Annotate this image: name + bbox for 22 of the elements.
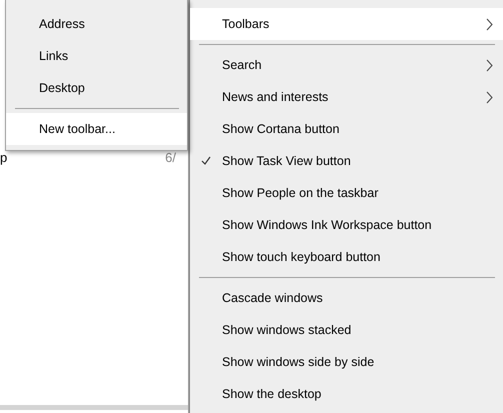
list-text: p [0, 150, 8, 165]
chevron-right-icon [486, 58, 493, 72]
menu-item[interactable]: Links [6, 40, 187, 72]
menu-item[interactable]: Show Task View button [190, 145, 503, 177]
menu-item[interactable]: New toolbar... [6, 113, 187, 145]
chevron-right-icon [486, 18, 493, 30]
chevron-right-icon [486, 90, 493, 104]
menu-item[interactable]: Toolbars [190, 8, 503, 40]
list-text: 6/ [165, 150, 176, 165]
menu-item[interactable]: Show the desktop [190, 378, 503, 410]
menu-item[interactable]: Show Windows Ink Workspace button [190, 209, 503, 241]
menu-item[interactable]: Desktop [6, 72, 187, 104]
menu-item[interactable]: Show People on the taskbar [190, 177, 503, 209]
menu-item[interactable]: Show windows stacked [190, 314, 503, 346]
menu-item[interactable]: Search [190, 49, 503, 81]
menu-item[interactable]: News and interests [190, 81, 503, 113]
menu-item[interactable]: Show windows side by side [190, 346, 503, 378]
menu-item[interactable]: Address [6, 8, 187, 40]
menu-item[interactable]: Cascade windows [190, 282, 503, 314]
menu-item[interactable]: Show Cortana button [190, 113, 503, 145]
checkmark-icon [201, 156, 211, 165]
menu-item[interactable]: Show touch keyboard button [190, 241, 503, 273]
